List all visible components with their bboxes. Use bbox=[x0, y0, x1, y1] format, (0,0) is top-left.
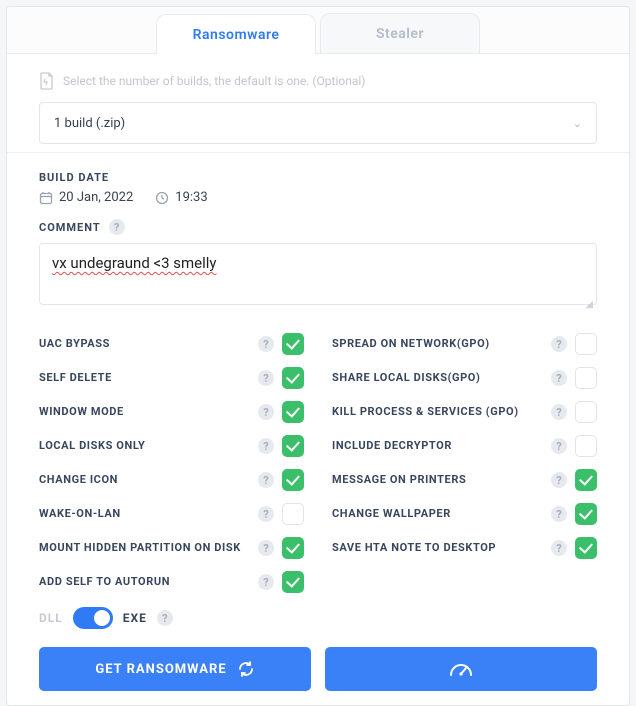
help-icon[interactable]: ? bbox=[551, 472, 567, 488]
option-checkbox[interactable] bbox=[282, 537, 304, 559]
option-checkbox[interactable] bbox=[575, 367, 597, 389]
help-icon[interactable]: ? bbox=[258, 472, 274, 488]
option-checkbox[interactable] bbox=[575, 503, 597, 525]
get-ransomware-button[interactable]: GET RANSOMWARE bbox=[39, 647, 311, 691]
build-time: 19:33 bbox=[155, 190, 207, 205]
build-date: 20 Jan, 2022 bbox=[39, 190, 133, 205]
option-left-6: MOUNT HIDDEN PARTITION ON DISK? bbox=[39, 531, 304, 565]
build-date-value: 20 Jan, 2022 bbox=[59, 190, 133, 205]
option-label: WINDOW MODE bbox=[39, 405, 250, 419]
option-label: SPREAD ON NETWORK(GPO) bbox=[332, 337, 543, 351]
help-icon[interactable]: ? bbox=[258, 370, 274, 386]
builds-hint-row: Select the number of builds, the default… bbox=[39, 72, 597, 90]
output-format-toggle: DLL EXE ? bbox=[39, 607, 597, 629]
builds-selected-value: 1 build (.zip) bbox=[54, 116, 125, 131]
help-icon[interactable]: ? bbox=[258, 540, 274, 556]
option-checkbox[interactable] bbox=[575, 469, 597, 491]
help-icon[interactable]: ? bbox=[258, 506, 274, 522]
format-toggle[interactable] bbox=[73, 607, 113, 629]
option-right-6: SAVE HTA NOTE TO DESKTOP? bbox=[332, 531, 597, 565]
option-checkbox[interactable] bbox=[575, 333, 597, 355]
help-icon[interactable]: ? bbox=[258, 404, 274, 420]
builds-hint: Select the number of builds, the default… bbox=[63, 74, 365, 88]
help-icon[interactable]: ? bbox=[551, 370, 567, 386]
help-icon[interactable]: ? bbox=[258, 438, 274, 454]
option-left-3: LOCAL DISKS ONLY? bbox=[39, 429, 304, 463]
option-right-5: CHANGE WALLPAPER? bbox=[332, 497, 597, 531]
option-label: WAKE-ON-LAN bbox=[39, 507, 250, 521]
help-icon[interactable]: ? bbox=[551, 404, 567, 420]
option-label: LOCAL DISKS ONLY bbox=[39, 439, 250, 453]
option-left-4: CHANGE ICON? bbox=[39, 463, 304, 497]
option-label: ADD SELF TO AUTORUN bbox=[39, 575, 250, 589]
tab-ransomware[interactable]: Ransomware bbox=[156, 14, 316, 54]
option-right-1: SHARE LOCAL DISKS(GPO)? bbox=[332, 361, 597, 395]
option-checkbox[interactable] bbox=[575, 401, 597, 423]
calendar-icon bbox=[39, 191, 53, 205]
help-icon[interactable]: ? bbox=[258, 336, 274, 352]
option-right-2: KILL PROCESS & SERVICES (GPO)? bbox=[332, 395, 597, 429]
option-checkbox[interactable] bbox=[282, 401, 304, 423]
help-icon[interactable]: ? bbox=[157, 610, 173, 626]
option-left-7: ADD SELF TO AUTORUN? bbox=[39, 565, 304, 599]
option-checkbox[interactable] bbox=[282, 571, 304, 593]
option-left-5: WAKE-ON-LAN? bbox=[39, 497, 304, 531]
option-left-0: UAC BYPASS? bbox=[39, 327, 304, 361]
build-date-label: BUILD DATE bbox=[39, 171, 597, 184]
help-icon[interactable]: ? bbox=[109, 219, 125, 235]
option-checkbox[interactable] bbox=[282, 333, 304, 355]
option-label: UAC BYPASS bbox=[39, 337, 250, 351]
option-checkbox[interactable] bbox=[575, 435, 597, 457]
options-grid: UAC BYPASS?SPREAD ON NETWORK(GPO)?SELF D… bbox=[39, 327, 597, 599]
tabs: Ransomware Stealer bbox=[7, 7, 629, 54]
help-icon[interactable]: ? bbox=[551, 336, 567, 352]
zip-file-icon bbox=[39, 72, 55, 90]
gauge-icon bbox=[448, 660, 474, 678]
option-label: SELF DELETE bbox=[39, 371, 250, 385]
option-label: MESSAGE ON PRINTERS bbox=[332, 473, 543, 487]
comment-input[interactable] bbox=[39, 243, 597, 305]
format-exe-label: EXE bbox=[123, 611, 147, 625]
format-dll-label: DLL bbox=[39, 611, 63, 625]
option-right-3: INCLUDE DECRYPTOR? bbox=[332, 429, 597, 463]
get-ransomware-label: GET RANSOMWARE bbox=[95, 662, 226, 677]
option-label: SAVE HTA NOTE TO DESKTOP bbox=[332, 541, 543, 555]
tab-stealer[interactable]: Stealer bbox=[320, 13, 480, 53]
refresh-icon bbox=[237, 660, 255, 678]
option-right-0: SPREAD ON NETWORK(GPO)? bbox=[332, 327, 597, 361]
help-icon[interactable]: ? bbox=[258, 574, 274, 590]
option-checkbox[interactable] bbox=[282, 435, 304, 457]
builds-select[interactable]: 1 build (.zip) ⌄ bbox=[39, 102, 597, 144]
chevron-down-icon: ⌄ bbox=[573, 117, 582, 130]
option-left-2: WINDOW MODE? bbox=[39, 395, 304, 429]
help-icon[interactable]: ? bbox=[551, 438, 567, 454]
help-icon[interactable]: ? bbox=[551, 506, 567, 522]
speed-button[interactable] bbox=[325, 647, 597, 691]
help-icon[interactable]: ? bbox=[551, 540, 567, 556]
option-checkbox[interactable] bbox=[575, 537, 597, 559]
option-label: INCLUDE DECRYPTOR bbox=[332, 439, 543, 453]
build-time-value: 19:33 bbox=[175, 190, 207, 205]
option-checkbox[interactable] bbox=[282, 469, 304, 491]
option-label: MOUNT HIDDEN PARTITION ON DISK bbox=[39, 541, 250, 555]
clock-icon bbox=[155, 191, 169, 205]
option-right-4: MESSAGE ON PRINTERS? bbox=[332, 463, 597, 497]
option-label: CHANGE ICON bbox=[39, 473, 250, 487]
option-label: CHANGE WALLPAPER bbox=[332, 507, 543, 521]
option-label: SHARE LOCAL DISKS(GPO) bbox=[332, 371, 543, 385]
option-label: KILL PROCESS & SERVICES (GPO) bbox=[332, 405, 543, 419]
option-checkbox[interactable] bbox=[282, 503, 304, 525]
option-checkbox[interactable] bbox=[282, 367, 304, 389]
option-left-1: SELF DELETE? bbox=[39, 361, 304, 395]
comment-label: COMMENT bbox=[39, 221, 101, 234]
